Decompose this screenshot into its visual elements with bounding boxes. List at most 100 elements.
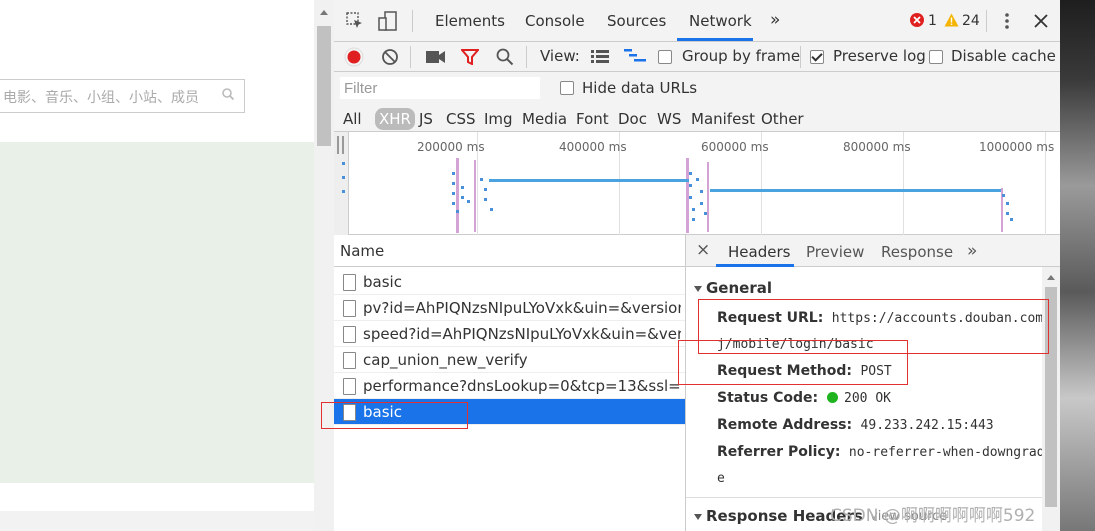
page-header [0, 0, 314, 42]
scroll-up-icon[interactable] [320, 10, 328, 15]
type-css[interactable]: CSS [446, 110, 476, 128]
close-details-icon[interactable]: × [696, 240, 710, 260]
scrollbar-thumb[interactable] [317, 26, 331, 146]
background-photo-strip [1060, 0, 1095, 531]
referrer-policy-continued: e [717, 471, 725, 486]
request-list-header: Name [334, 235, 686, 267]
waterfall-overview-icon[interactable] [624, 48, 646, 64]
request-name: pv?id=AhPIQNzsNIpuLYoVxk&uin=&version=..… [363, 299, 681, 317]
general-section-toggle[interactable]: General [694, 279, 772, 297]
devtools-panel: Elements Console Sources Network » 1 24 [334, 0, 1060, 531]
referrer-policy-row: Referrer Policy: no-referrer-when-downgr… [717, 444, 1045, 460]
network-overview-timeline[interactable]: 200000 ms 400000 ms 600000 ms 800000 ms … [334, 132, 1060, 235]
warning-icon[interactable] [944, 13, 959, 27]
group-by-frame-label[interactable]: Group by frame [682, 47, 800, 65]
request-row[interactable]: basic [334, 269, 685, 295]
type-media[interactable]: Media [522, 110, 567, 128]
document-icon [343, 352, 356, 369]
type-other[interactable]: Other [761, 110, 804, 128]
status-code-value: 200 OK [844, 391, 891, 406]
remote-address-label: Remote Address: [717, 417, 853, 433]
search-icon[interactable] [496, 48, 514, 66]
kebab-menu-icon[interactable] [1002, 12, 1012, 30]
request-name: speed?id=AhPIQNzsNIpuLYoVxk&uin=&versi..… [363, 325, 681, 343]
request-row[interactable]: performance?dnsLookup=0&tcp=13&ssl=9&... [334, 373, 685, 399]
active-detail-tab-indicator [716, 264, 794, 267]
more-tabs-button[interactable]: » [770, 10, 780, 30]
tab-headers[interactable]: Headers [728, 243, 790, 261]
site-search-input[interactable]: 电影、音乐、小组、小站、成员 [0, 79, 245, 113]
tab-elements[interactable]: Elements [435, 12, 505, 30]
expand-triangle-icon [694, 513, 702, 520]
more-details-tabs-button[interactable]: » [967, 241, 977, 261]
details-tabbar: × Headers Preview Response » [686, 235, 1060, 267]
search-icon[interactable] [222, 88, 234, 100]
type-xhr[interactable]: XHR [375, 108, 415, 130]
type-js[interactable]: JS [419, 110, 433, 128]
general-section-title: General [706, 279, 772, 297]
document-icon [343, 300, 356, 317]
error-count[interactable]: 1 [928, 13, 937, 29]
record-icon[interactable] [344, 47, 364, 67]
annotation-box-selected-request [321, 402, 468, 429]
preserve-log-checkbox[interactable] [810, 50, 824, 64]
status-code-label: Status Code: [717, 390, 819, 406]
request-name: basic [363, 273, 402, 291]
timeline-activity-graph [342, 158, 1013, 233]
scroll-up-icon[interactable] [1047, 275, 1055, 280]
tab-console[interactable]: Console [525, 12, 585, 30]
type-font[interactable]: Font [576, 110, 609, 128]
error-icon[interactable] [910, 13, 924, 27]
expand-triangle-icon [694, 285, 702, 292]
tab-response[interactable]: Response [881, 243, 953, 261]
large-rows-icon[interactable] [591, 49, 609, 63]
disable-cache-checkbox[interactable] [929, 50, 943, 64]
request-name: cap_union_new_verify [363, 351, 528, 369]
view-label: View: [540, 47, 580, 65]
close-devtools-icon[interactable] [1034, 14, 1048, 28]
resource-type-filters: All XHR JS CSS Img Media Font Doc WS Man… [334, 104, 1060, 132]
annotation-box-request-method [678, 340, 908, 385]
referrer-policy-label: Referrer Policy: [717, 444, 841, 460]
tab-network[interactable]: Network [689, 12, 752, 30]
type-img[interactable]: Img [484, 110, 513, 128]
device-toolbar-icon[interactable] [378, 11, 398, 31]
watermark: CSDN @啊啊啊啊啊啊592 [830, 506, 1036, 526]
request-row[interactable]: cap_union_new_verify [334, 347, 685, 373]
search-placeholder: 电影、音乐、小组、小站、成员 [3, 90, 199, 106]
request-row[interactable]: speed?id=AhPIQNzsNIpuLYoVxk&uin=&versi..… [334, 321, 685, 347]
preserve-log-label[interactable]: Preserve log [833, 47, 926, 65]
remote-address-row: Remote Address: 49.233.242.15:443 [717, 417, 994, 433]
warning-count[interactable]: 24 [962, 13, 980, 29]
devtools-tabbar: Elements Console Sources Network » 1 24 [334, 0, 1060, 42]
referrer-policy-value: no-referrer-when-downgrad [848, 445, 1045, 460]
type-manifest[interactable]: Manifest [691, 110, 755, 128]
document-icon [343, 378, 356, 395]
status-code-row: Status Code: 200 OK [717, 390, 891, 406]
tab-preview[interactable]: Preview [806, 243, 864, 261]
hide-data-urls-checkbox[interactable] [560, 81, 574, 95]
column-name-header[interactable]: Name [340, 242, 384, 260]
filter-input[interactable] [340, 77, 540, 99]
group-by-frame-checkbox[interactable] [658, 50, 672, 64]
status-ok-icon [826, 392, 838, 403]
remote-address-value: 49.233.242.15:443 [860, 418, 994, 433]
filter-icon[interactable] [461, 49, 479, 65]
tab-sources[interactable]: Sources [607, 12, 666, 30]
page-footer-bar [0, 511, 314, 531]
inspect-element-icon[interactable] [346, 12, 364, 30]
type-all[interactable]: All [343, 110, 362, 128]
request-name: performance?dnsLookup=0&tcp=13&ssl=9&... [363, 377, 681, 395]
document-icon [343, 326, 356, 343]
hide-data-urls-label[interactable]: Hide data URLs [582, 79, 697, 97]
clear-icon[interactable] [381, 48, 399, 66]
page-scrollbar[interactable] [314, 0, 334, 531]
screenshot-capture-icon[interactable] [426, 50, 446, 64]
request-row[interactable]: pv?id=AhPIQNzsNIpuLYoVxk&uin=&version=..… [334, 295, 685, 321]
disable-cache-label[interactable]: Disable cache [951, 47, 1056, 65]
type-ws[interactable]: WS [657, 110, 681, 128]
type-doc[interactable]: Doc [618, 110, 647, 128]
filter-bar: Hide data URLs [334, 72, 1060, 104]
document-icon [343, 274, 356, 291]
network-toolbar: View: Group by frame Preserve log Disabl… [334, 42, 1060, 72]
